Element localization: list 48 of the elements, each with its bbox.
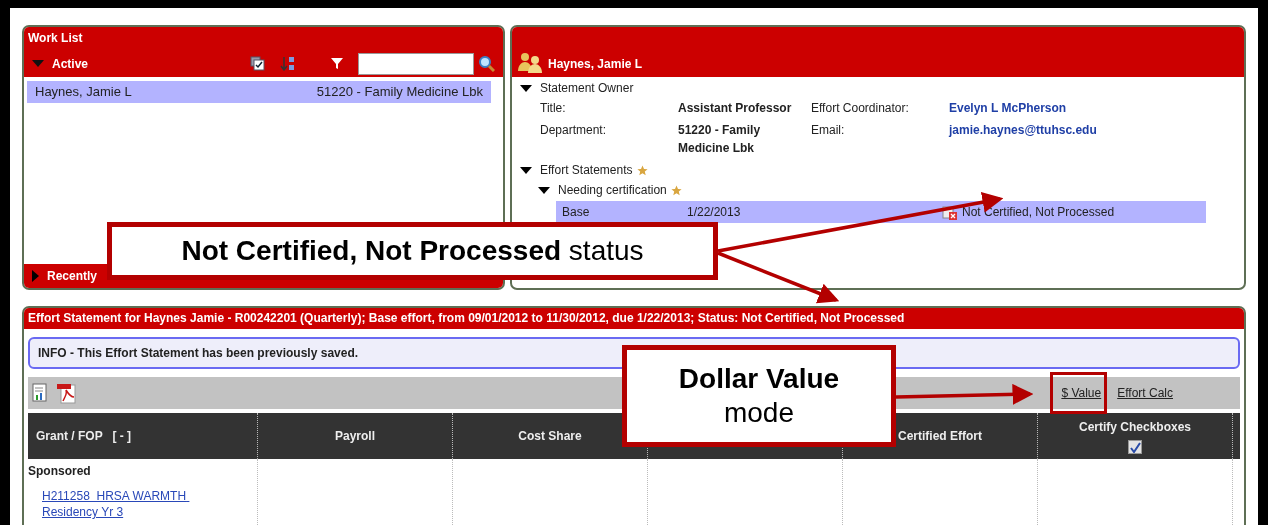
grant-link[interactable]: H211258 HRSA WARMTH Residency Yr 3 <box>28 480 218 521</box>
column-header: Certify Checkboxes <box>1078 419 1191 436</box>
annotation-text: Not Certified, Not Processed status <box>181 234 644 268</box>
search-icon[interactable] <box>478 55 495 72</box>
collapse-icon[interactable] <box>520 166 532 174</box>
panel-title: Work List <box>28 31 83 45</box>
field-value: 51220 - Family Medicine Lbk <box>678 122 762 157</box>
person-name: Haynes, Jamie L <box>35 83 132 101</box>
sort-icon[interactable] <box>280 55 296 72</box>
tree-label[interactable]: Needing certification <box>558 181 667 199</box>
panel-title: Effort Statement for Haynes Jamie - R00242201 (Quarterly); Base effort, from 09/01/2012 to 11/30/2012, due 1/22/2013; Status: Not Certified, Not Processed <box>28 311 905 325</box>
column-header[interactable]: Certified Effort <box>898 427 982 445</box>
filter-field[interactable] <box>358 52 474 75</box>
people-icon <box>516 51 544 73</box>
pdf-icon[interactable] <box>56 382 78 404</box>
list-row[interactable]: Haynes, Jamie L 51220 - Family Medicine Lbk <box>27 81 491 103</box>
due-date: 1/22/2013 <box>687 204 742 221</box>
statement-type: Base <box>562 204 591 221</box>
not-certified-icon <box>942 204 958 220</box>
panel-title: Haynes, Jamie L <box>548 56 643 73</box>
link[interactable]: Evelyn L McPherson <box>949 99 1240 117</box>
section-header[interactable]: Active <box>52 54 89 73</box>
group-label: Sponsored <box>28 463 92 480</box>
view-mode-link[interactable]: Effort Calc <box>1117 384 1173 402</box>
column-header[interactable]: Cost Share <box>518 427 582 445</box>
checkbox[interactable] <box>1128 440 1142 454</box>
tree-label[interactable]: Statement Owner <box>540 79 634 97</box>
view-mode-link[interactable]: $ Value <box>1061 386 1102 400</box>
collapse-icon[interactable] <box>538 186 550 194</box>
status-text: Not Certified, Not Processed <box>962 204 1115 221</box>
statement-row[interactable]: Base 1/22/2013 Not Certified, Not Processed <box>556 201 1206 223</box>
section-header[interactable]: Recently <box>47 267 98 285</box>
collapse-icon[interactable] <box>520 84 532 92</box>
expand-icon[interactable] <box>32 270 39 282</box>
department-text: 51220 - Family Medicine Lbk <box>316 83 483 101</box>
field-label: Title: <box>540 100 567 117</box>
select-all-icon[interactable] <box>250 55 266 72</box>
tree-label[interactable]: Effort Statements <box>540 161 633 179</box>
field-label: Email: <box>811 122 846 139</box>
column-header[interactable]: Grant / FOP [ - ] <box>36 427 132 445</box>
report-icon[interactable] <box>32 383 48 403</box>
link[interactable]: jamie.haynes@ttuhsc.edu <box>949 121 1240 157</box>
field-value: Assistant Professor <box>678 100 793 117</box>
field-label: Effort Coordinator: <box>811 100 910 117</box>
field-label: Department: <box>540 122 608 139</box>
annotation-text: mode <box>722 396 795 430</box>
column-header[interactable]: Payroll <box>335 427 375 445</box>
filter-icon[interactable] <box>330 57 344 70</box>
